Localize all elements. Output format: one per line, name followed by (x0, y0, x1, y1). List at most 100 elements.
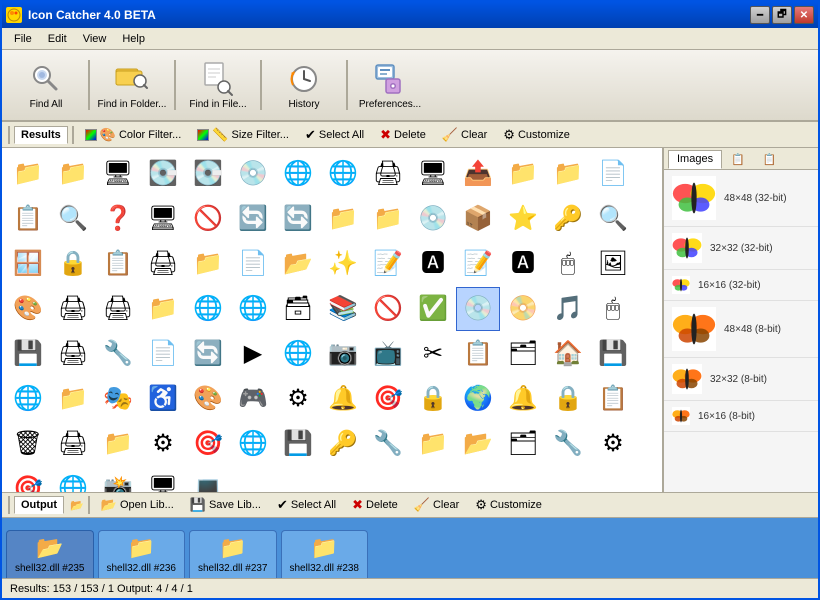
icon-cell[interactable]: 💾 (6, 332, 50, 376)
icon-cell[interactable]: 🎯 (6, 467, 50, 492)
icon-cell[interactable]: 🖥 (141, 467, 185, 492)
icon-cell[interactable]: 🖨 (51, 422, 95, 466)
icon-cell[interactable]: 🌐 (231, 287, 275, 331)
icon-cell[interactable]: 🪟 (6, 242, 50, 286)
output-bar-btn-save-lib[interactable]: 💾Save Lib... (183, 494, 268, 516)
icon-cell[interactable]: 📄 (591, 152, 635, 196)
icon-cell[interactable]: 📁 (96, 422, 140, 466)
icon-cell[interactable]: 📄 (231, 242, 275, 286)
icon-cell[interactable]: ⚙ (276, 377, 320, 421)
toolbar-btn-find-folder[interactable]: Find in Folder... (96, 55, 168, 115)
icon-cell[interactable]: 🔄 (186, 332, 230, 376)
icon-cell[interactable]: 📀 (501, 287, 545, 331)
icon-cell[interactable]: 🔔 (501, 377, 545, 421)
menu-edit[interactable]: Edit (40, 31, 75, 47)
icon-cell[interactable]: 🔑 (546, 197, 590, 241)
icon-cell[interactable]: 🔄 (276, 197, 320, 241)
icon-cell[interactable]: 📁 (321, 197, 365, 241)
icon-cell[interactable]: 💾 (591, 332, 635, 376)
toolbar-btn-preferences[interactable]: Preferences... (354, 55, 426, 115)
icon-cell[interactable]: 🌐 (276, 152, 320, 196)
icon-cell[interactable]: 🌍 (456, 377, 500, 421)
icon-cell[interactable]: 🖼 (591, 242, 635, 286)
icon-cell[interactable]: 🎨 (6, 287, 50, 331)
icon-cell[interactable]: 🅰 (411, 242, 455, 286)
icon-cell[interactable]: 🔧 (96, 332, 140, 376)
results-bar-btn-customize[interactable]: ⚙Customize (496, 124, 577, 146)
menu-file[interactable]: File (6, 31, 40, 47)
icon-cell[interactable]: 🖨 (366, 152, 410, 196)
icon-cell[interactable]: 💿 (411, 197, 455, 241)
file-tab-shell32-236[interactable]: 📁shell32.dll #236 (98, 530, 186, 578)
icon-cell[interactable]: 📋 (456, 332, 500, 376)
icon-cell[interactable]: 🖱 (591, 287, 635, 331)
icon-cell[interactable]: 📋 (96, 242, 140, 286)
images-tab3[interactable]: 📋 (754, 150, 786, 169)
icon-cell[interactable]: 📂 (276, 242, 320, 286)
icon-cell[interactable]: 📄 (141, 332, 185, 376)
output-bar-btn-select-all[interactable]: ✔Select All (270, 494, 343, 516)
icon-cell[interactable]: 🌐 (321, 152, 365, 196)
menu-view[interactable]: View (75, 31, 115, 47)
icon-cell[interactable]: ⚙ (591, 422, 635, 466)
icon-cell[interactable]: 🌐 (231, 422, 275, 466)
icon-cell[interactable]: 📷 (321, 332, 365, 376)
icon-cell[interactable]: 💿 (456, 287, 500, 331)
icon-cell[interactable]: 🖨 (96, 287, 140, 331)
icon-cell[interactable]: 🗂 (501, 422, 545, 466)
minimize-button[interactable]: 🗕 (750, 6, 770, 24)
icon-cell[interactable]: 📝 (456, 242, 500, 286)
icon-cell[interactable]: 🌐 (6, 377, 50, 421)
icon-cell[interactable]: 📸 (96, 467, 140, 492)
icon-cell[interactable]: ✨ (321, 242, 365, 286)
icon-cell[interactable]: 📋 (591, 377, 635, 421)
icon-cell[interactable]: 🌐 (276, 332, 320, 376)
menu-help[interactable]: Help (114, 31, 153, 47)
icon-cell[interactable]: 📁 (186, 242, 230, 286)
icon-cell[interactable]: 📁 (501, 152, 545, 196)
icon-cell[interactable]: 🔧 (366, 422, 410, 466)
icon-cell[interactable]: 🔄 (231, 197, 275, 241)
icon-cell[interactable]: 📁 (6, 152, 50, 196)
icon-cell[interactable]: 💾 (276, 422, 320, 466)
icon-cell[interactable]: 📦 (456, 197, 500, 241)
file-tab-shell32-238[interactable]: 📁shell32.dll #238 (281, 530, 369, 578)
output-bar-btn-clear[interactable]: 🧹Clear (407, 494, 466, 516)
toolbar-btn-history[interactable]: History (268, 55, 340, 115)
icon-cell[interactable]: 💽 (186, 152, 230, 196)
icon-cell[interactable]: 🖨 (141, 242, 185, 286)
results-bar-btn-color-filter[interactable]: 🎨Color Filter... (78, 124, 189, 146)
icon-cell[interactable]: 📁 (411, 422, 455, 466)
icon-cell[interactable]: 🏠 (546, 332, 590, 376)
icon-cell[interactable]: ✅ (411, 287, 455, 331)
icon-cell[interactable]: 🔧 (546, 422, 590, 466)
icon-cell[interactable]: 📁 (51, 377, 95, 421)
icon-cell[interactable]: 🗂 (501, 332, 545, 376)
icon-cell[interactable]: 🔍 (51, 197, 95, 241)
icon-cell[interactable]: 🖨 (51, 287, 95, 331)
results-bar-btn-delete[interactable]: ✖Delete (373, 124, 433, 146)
output-tab[interactable]: Output (14, 496, 64, 514)
icon-cell[interactable]: ✂ (411, 332, 455, 376)
icon-cell[interactable]: 📁 (546, 152, 590, 196)
icon-cell[interactable]: 🖥 (141, 197, 185, 241)
icon-cell[interactable]: 🅰 (501, 242, 545, 286)
icon-cell[interactable]: 🔒 (51, 242, 95, 286)
icon-cell[interactable]: 🚫 (366, 287, 410, 331)
icon-cell[interactable]: 🖱 (546, 242, 590, 286)
icon-cell[interactable]: 📝 (366, 242, 410, 286)
icon-cell[interactable]: 🔒 (546, 377, 590, 421)
icon-cell[interactable]: 🎯 (366, 377, 410, 421)
icon-cell[interactable]: 🎵 (546, 287, 590, 331)
close-button[interactable]: ✕ (794, 6, 814, 24)
icon-cell[interactable]: 📚 (321, 287, 365, 331)
icon-cell[interactable]: 🔍 (591, 197, 635, 241)
icon-cell[interactable]: 🌐 (51, 467, 95, 492)
results-bar-btn-select-all[interactable]: ✔Select All (298, 124, 371, 146)
icon-cell[interactable]: 🖥 (411, 152, 455, 196)
images-tab[interactable]: Images (668, 150, 722, 169)
icon-cell[interactable]: 📋 (6, 197, 50, 241)
icon-cell[interactable]: 🚫 (186, 197, 230, 241)
icon-cell[interactable]: 🗃 (276, 287, 320, 331)
file-tab-shell32-237[interactable]: 📁shell32.dll #237 (189, 530, 277, 578)
